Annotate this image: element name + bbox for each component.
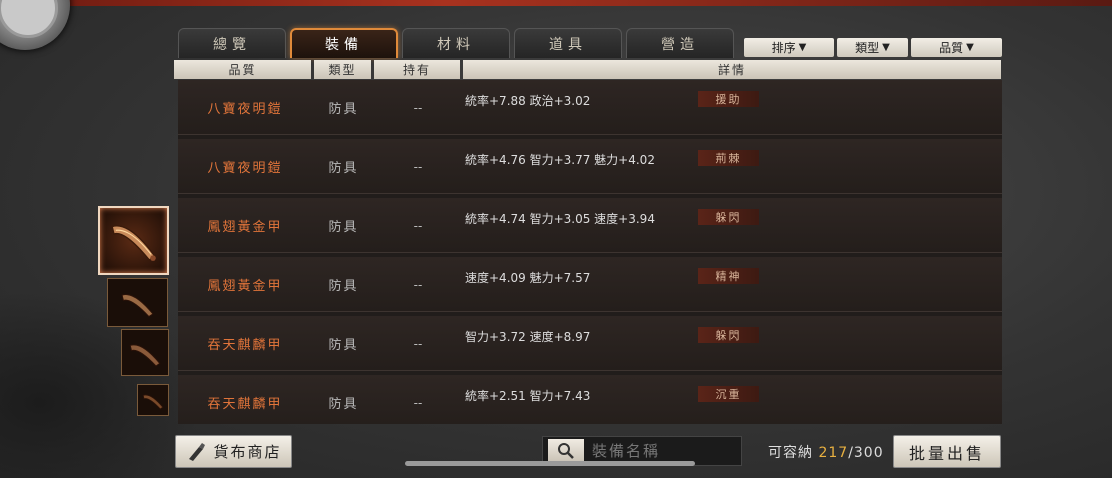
tab-materials[interactable]: 材料 [402, 28, 510, 58]
item-detail: 統率+2.51 智力+7.43 [465, 388, 591, 403]
header-detail[interactable]: 詳情 [463, 60, 1001, 79]
type-dropdown[interactable]: 類型 ▼ [837, 38, 908, 57]
type-arrow-icon: ▼ [882, 42, 890, 53]
item-type: 防具 [328, 102, 359, 117]
tab-overview[interactable]: 總覽 [178, 28, 286, 58]
search-button[interactable] [548, 439, 584, 463]
top-accent-bar [0, 0, 1112, 6]
tab-construction[interactable]: 營造 [626, 28, 734, 58]
armor-icon [142, 394, 164, 410]
table-row[interactable]: 八寶夜明鎧 防具 -- 統率+4.76 智力+3.77 魅力+4.02 荊棘 [178, 139, 1002, 194]
item-type: 防具 [328, 338, 359, 353]
item-name: 吞天麒麟甲 [207, 338, 283, 353]
item-detail: 速度+4.09 魅力+7.57 [465, 270, 591, 285]
home-indicator[interactable] [405, 461, 695, 466]
header-quality[interactable]: 品質 [174, 60, 311, 79]
search-icon [558, 443, 574, 459]
header-type[interactable]: 類型 [314, 60, 371, 79]
armor-thumbnail[interactable] [137, 384, 169, 416]
item-tag: 援助 [698, 91, 759, 107]
item-name: 鳳翅黃金甲 [207, 279, 283, 294]
armor-icon [111, 225, 156, 261]
item-detail: 統率+4.74 智力+3.05 速度+3.94 [465, 211, 655, 226]
filter-group: 排序 ▼ 類型 ▼ 品質 ▼ [744, 38, 1002, 57]
capacity-label: 可容納 [768, 445, 813, 461]
capacity-display: 可容納 217/300 [768, 442, 884, 462]
armor-thumbnail-selected[interactable] [98, 206, 169, 275]
equipment-list[interactable]: 八寶夜明鎧 防具 -- 統率+7.88 政治+3.02 援助 八寶夜明鎧 防具 … [178, 80, 1002, 424]
sort-label: 排序 [771, 41, 796, 55]
sort-dropdown[interactable]: 排序 ▼ [744, 38, 834, 57]
item-own: -- [413, 100, 423, 115]
table-header: 品質 類型 持有 詳情 [174, 60, 1001, 79]
quality-arrow-icon: ▼ [966, 42, 974, 53]
item-tag: 躲閃 [698, 209, 759, 225]
tab-items[interactable]: 道具 [514, 28, 622, 58]
table-row[interactable]: 八寶夜明鎧 防具 -- 統率+7.88 政治+3.02 援助 [178, 80, 1002, 135]
shop-button[interactable]: 貨布商店 [175, 435, 292, 468]
item-detail: 智力+3.72 速度+8.97 [465, 329, 591, 344]
item-own: -- [413, 336, 423, 351]
item-detail: 統率+7.88 政治+3.02 [465, 93, 591, 108]
item-tag: 沉重 [698, 386, 759, 402]
armor-icon [129, 344, 161, 367]
quality-label: 品質 [939, 41, 964, 55]
item-name: 八寶夜明鎧 [207, 161, 283, 176]
item-type: 防具 [328, 220, 359, 235]
header-own[interactable]: 持有 [374, 60, 460, 79]
assistive-touch-button[interactable] [0, 0, 70, 50]
quality-dropdown[interactable]: 品質 ▼ [911, 38, 1002, 57]
type-label: 類型 [855, 41, 880, 55]
capacity-count: 217 [818, 445, 849, 461]
armor-thumbnail[interactable] [121, 329, 169, 376]
table-row[interactable]: 鳳翅黃金甲 防具 -- 速度+4.09 魅力+7.57 精神 [178, 257, 1002, 312]
search-input[interactable] [584, 441, 741, 461]
sort-arrow-icon: ▼ [798, 42, 807, 53]
background-decoration [0, 290, 200, 478]
item-name: 鳳翅黃金甲 [207, 220, 283, 235]
armor-thumbnail[interactable] [107, 278, 168, 327]
item-tag: 精神 [698, 268, 759, 284]
tab-equipment[interactable]: 裝備 [290, 28, 398, 58]
item-name: 吞天麒麟甲 [207, 397, 283, 412]
table-row[interactable]: 吞天麒麟甲 防具 -- 統率+2.51 智力+7.43 沉重 [178, 375, 1002, 424]
item-own: -- [413, 159, 423, 174]
shop-icon [189, 442, 206, 461]
item-type: 防具 [328, 161, 359, 176]
item-type: 防具 [328, 279, 359, 294]
capacity-max: /300 [848, 445, 884, 461]
shop-label: 貨布商店 [213, 443, 282, 461]
item-own: -- [413, 395, 423, 410]
armor-icon [121, 294, 154, 318]
item-detail: 統率+4.76 智力+3.77 魅力+4.02 [465, 152, 655, 167]
item-own: -- [413, 218, 423, 233]
item-own: -- [413, 277, 423, 292]
table-row[interactable]: 吞天麒麟甲 防具 -- 智力+3.72 速度+8.97 躲閃 [178, 316, 1002, 371]
category-tabs: 總覽 裝備 材料 道具 營造 [178, 28, 734, 58]
item-tag: 荊棘 [698, 150, 759, 166]
table-row[interactable]: 鳳翅黃金甲 防具 -- 統率+4.74 智力+3.05 速度+3.94 躲閃 [178, 198, 1002, 253]
bulk-sell-button[interactable]: 批量出售 [893, 435, 1001, 468]
item-tag: 躲閃 [698, 327, 759, 343]
item-name: 八寶夜明鎧 [207, 102, 283, 117]
item-type: 防具 [328, 397, 359, 412]
